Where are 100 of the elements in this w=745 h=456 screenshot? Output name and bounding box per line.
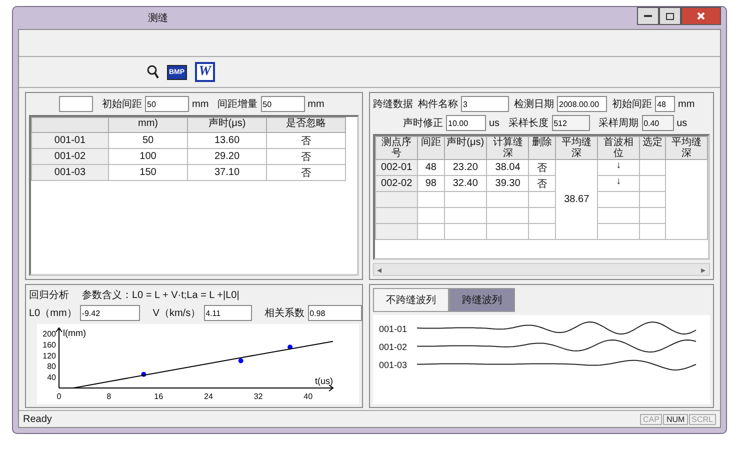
column-header: 选定 bbox=[639, 136, 666, 160]
table-cell: 否 bbox=[266, 148, 346, 164]
column-header: 声时(μs) bbox=[188, 118, 266, 132]
table-cell: 29.20 bbox=[188, 148, 266, 164]
data-point bbox=[288, 344, 293, 350]
status-indicator: CAP bbox=[640, 414, 662, 424]
table-cell: 32.40 bbox=[444, 176, 487, 192]
zoom-tool[interactable] bbox=[147, 65, 159, 79]
text-field[interactable]: 2008.00.00 bbox=[557, 96, 607, 112]
text-field[interactable]: 50 bbox=[145, 96, 189, 112]
table-cell: 001-03 bbox=[32, 164, 108, 180]
horizontal-scrollbar[interactable]: ◂ ▸ bbox=[373, 263, 710, 276]
field-label: 相关系数 bbox=[264, 306, 305, 320]
tick-label: 80 bbox=[47, 362, 56, 372]
field-label: 声时修正 bbox=[403, 116, 443, 130]
maximize-icon bbox=[666, 12, 674, 20]
trace-label: 001-02 bbox=[378, 342, 408, 352]
tab[interactable]: 跨缝波列 bbox=[449, 288, 515, 312]
window-title: 测缝 bbox=[148, 12, 168, 25]
tick-label: 40 bbox=[47, 373, 56, 382]
unit-label: mm bbox=[192, 98, 209, 110]
tick-label: 160 bbox=[42, 340, 56, 350]
minimize-icon bbox=[644, 14, 652, 18]
data-point bbox=[238, 358, 244, 364]
magnifier-icon bbox=[147, 65, 159, 79]
text-field[interactable]: 48 bbox=[655, 96, 675, 112]
table-cell: 23.20 bbox=[444, 160, 487, 176]
field-label: V（km/s） bbox=[152, 307, 201, 320]
tick-label: 120 bbox=[42, 351, 56, 360]
table-cell: 否 bbox=[266, 164, 346, 180]
field-label: 构件名称 bbox=[418, 98, 458, 111]
minimize-button[interactable] bbox=[637, 7, 659, 25]
text-field[interactable]: 3 bbox=[461, 96, 509, 112]
field-label: L0（mm） bbox=[29, 307, 77, 320]
unit-label: mm bbox=[308, 98, 324, 110]
text-field[interactable]: 10.00 bbox=[446, 115, 486, 131]
export-word-tool[interactable]: W bbox=[194, 62, 216, 82]
column-header: 间距 bbox=[418, 136, 444, 160]
data-point bbox=[141, 372, 146, 377]
status-indicator: SCRL bbox=[688, 414, 716, 424]
column-header: 平均缝深 bbox=[666, 136, 708, 160]
table-cell: 002-01 bbox=[376, 160, 418, 176]
tick-label: 24 bbox=[204, 392, 213, 401]
text-field[interactable]: 0.98 bbox=[308, 305, 362, 321]
table-cell: 否 bbox=[528, 176, 556, 192]
table-cell: ↓ bbox=[598, 160, 640, 176]
text-field[interactable] bbox=[59, 96, 93, 112]
text-field[interactable]: 4.11 bbox=[204, 305, 252, 321]
table-cell: 39.30 bbox=[486, 176, 529, 192]
tick-label: 40 bbox=[304, 392, 313, 401]
formula-text: 参数含义：L0 = L + V·t;La = L +|L0| bbox=[82, 288, 240, 302]
table-cell: 13.60 bbox=[188, 132, 266, 148]
tick-label: 8 bbox=[106, 392, 112, 401]
field-label: 采样周期 bbox=[598, 116, 639, 130]
text-field[interactable]: 50 bbox=[260, 96, 305, 112]
column-header: 平均缝深 bbox=[555, 136, 598, 160]
table-cell: 否 bbox=[266, 132, 346, 148]
column-header: 测点序号 bbox=[376, 136, 418, 160]
table-cell: 50 bbox=[108, 132, 188, 148]
table-cell: 48 bbox=[418, 160, 444, 176]
text-field[interactable]: -9.42 bbox=[80, 305, 140, 321]
text-field[interactable]: 0.40 bbox=[642, 115, 674, 131]
trace-label: 001-03 bbox=[378, 360, 408, 370]
column-header: 首波相位 bbox=[598, 136, 640, 160]
close-button[interactable] bbox=[681, 7, 721, 25]
table-cell: ↓ bbox=[598, 176, 640, 192]
column-header: 删除 bbox=[528, 136, 556, 160]
tick-label: 16 bbox=[154, 392, 164, 401]
column-header: mm) bbox=[108, 118, 188, 132]
y-axis bbox=[56, 327, 62, 388]
tick-label: 200 bbox=[42, 329, 56, 338]
section-title: 跨缝数据 bbox=[373, 98, 413, 111]
table-cell: 否 bbox=[528, 160, 556, 176]
field-label: 间距增量 bbox=[218, 98, 258, 111]
text-field[interactable]: 512 bbox=[552, 115, 590, 131]
tick-label: 32 bbox=[254, 392, 263, 401]
column-header: 计算缝深 bbox=[486, 136, 529, 160]
table-cell: 98 bbox=[418, 176, 444, 192]
maximize-button[interactable] bbox=[659, 7, 681, 25]
field-label: 采样长度 bbox=[508, 116, 549, 130]
table-cell: 150 bbox=[108, 164, 188, 180]
table-cell: 001-02 bbox=[32, 148, 108, 164]
table-cell: 37.10 bbox=[188, 164, 266, 180]
field-label: 检测日期 bbox=[514, 98, 554, 111]
unit-label: us bbox=[676, 118, 688, 128]
field-label: 初始间距 bbox=[102, 98, 142, 111]
section-title: 回归分析 bbox=[29, 288, 69, 302]
x-axis-label: t(us) bbox=[315, 376, 333, 386]
table-cell: 001-01 bbox=[32, 132, 108, 148]
y-axis-label: l(mm) bbox=[63, 328, 86, 338]
unit-label: mm bbox=[678, 98, 695, 110]
table-cell: 002-02 bbox=[376, 176, 418, 192]
tab[interactable]: 不跨缝波列 bbox=[373, 288, 449, 312]
column-header: 声时(μs) bbox=[444, 136, 487, 160]
field-label: 初始间距 bbox=[612, 98, 652, 111]
status-text: Ready bbox=[23, 414, 52, 424]
table-cell: 100 bbox=[108, 148, 188, 164]
table-cell: 38.04 bbox=[486, 160, 529, 176]
trace-label: 001-01 bbox=[378, 324, 408, 334]
table-cell: 38.67 bbox=[555, 160, 598, 240]
